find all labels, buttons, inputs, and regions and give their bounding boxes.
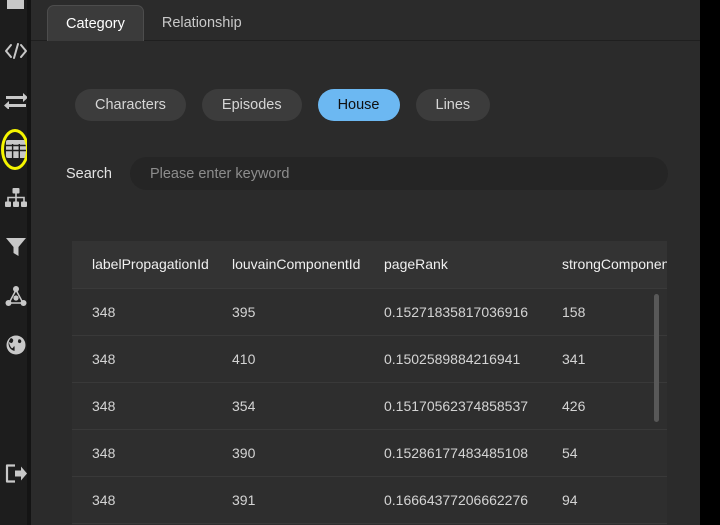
cell-labelPropagationId: 348 xyxy=(72,335,212,383)
cell-strongComponentId: 341 xyxy=(542,335,667,383)
table-row[interactable]: 348 410 0.1502589884216941 341 xyxy=(72,335,667,383)
cell-labelPropagationId: 348 xyxy=(72,429,212,477)
table-body: 348 395 0.15271835817036916 158 348 410 … xyxy=(72,288,667,524)
search-input[interactable] xyxy=(129,165,668,182)
column-header-pageRank[interactable]: pageRank xyxy=(364,241,542,289)
data-table: labelPropagationId louvainComponentId pa… xyxy=(72,241,667,524)
cell-louvainComponentId: 354 xyxy=(212,382,364,430)
tab-strip: Category Relationship xyxy=(31,0,720,41)
cell-strongComponentId: 426 xyxy=(542,382,667,430)
sitemap-icon xyxy=(4,188,27,207)
table-row[interactable]: 348 391 0.16664377206662276 94 xyxy=(72,476,667,524)
left-icon-rail xyxy=(0,0,31,525)
cell-labelPropagationId: 348 xyxy=(72,476,212,524)
right-gutter xyxy=(700,0,720,525)
table-row[interactable]: 348 395 0.15271835817036916 158 xyxy=(72,288,667,336)
pill-lines[interactable]: Lines xyxy=(415,89,491,121)
pill-house[interactable]: House xyxy=(317,89,400,121)
file-icon xyxy=(6,0,25,9)
pill-episodes-label: Episodes xyxy=(221,97,282,113)
tab-category[interactable]: Category xyxy=(47,5,144,41)
cell-labelPropagationId: 348 xyxy=(72,288,212,336)
table-vertical-scrollbar[interactable] xyxy=(654,294,659,422)
logout-icon xyxy=(5,464,27,483)
search-box[interactable] xyxy=(129,157,668,190)
filter-icon xyxy=(5,237,26,257)
exchange-arrows-icon xyxy=(3,91,28,109)
content-area: Characters Episodes House Lines Search P… xyxy=(31,41,720,525)
cell-labelPropagationId: 348 xyxy=(72,382,212,430)
pill-episodes[interactable]: Episodes xyxy=(201,89,302,121)
pill-house-label: House xyxy=(337,97,380,113)
cell-pageRank: 0.1502589884216941 xyxy=(364,335,542,383)
cell-strongComponentId: 94 xyxy=(542,476,667,524)
pill-characters[interactable]: Characters xyxy=(75,89,186,121)
cell-pageRank: 0.15286177483485108 xyxy=(364,429,542,477)
tab-relationship-label: Relationship xyxy=(161,15,242,31)
data-table-container[interactable]: labelPropagationId louvainComponentId pa… xyxy=(72,241,667,525)
category-filter-pills: Characters Episodes House Lines xyxy=(31,41,720,121)
cell-pageRank: 0.15170562374858537 xyxy=(364,382,542,430)
table-header-row: labelPropagationId louvainComponentId pa… xyxy=(72,241,667,289)
search-row: Search xyxy=(31,121,720,190)
table-row[interactable]: 348 354 0.15170562374858537 426 xyxy=(72,382,667,430)
cell-pageRank: 0.15271835817036916 xyxy=(364,288,542,336)
pill-lines-label: Lines xyxy=(435,97,471,113)
pill-characters-label: Characters xyxy=(95,97,166,113)
graph-network-icon xyxy=(5,285,27,306)
column-header-labelPropagationId[interactable]: labelPropagationId xyxy=(72,241,212,289)
table-grid-icon xyxy=(5,139,26,158)
main-pane: Category Relationship Characters Episode… xyxy=(31,0,720,525)
tab-relationship[interactable]: Relationship xyxy=(144,5,260,41)
cell-pageRank: 0.16664377206662276 xyxy=(364,476,542,524)
column-header-louvainComponentId[interactable]: louvainComponentId xyxy=(212,241,364,289)
cell-strongComponentId: 158 xyxy=(542,288,667,336)
cell-louvainComponentId: 391 xyxy=(212,476,364,524)
column-header-strongComponentId[interactable]: strongComponentId xyxy=(542,241,667,289)
cell-louvainComponentId: 395 xyxy=(212,288,364,336)
code-icon xyxy=(4,42,28,60)
tab-category-label: Category xyxy=(66,15,125,32)
cell-louvainComponentId: 390 xyxy=(212,429,364,477)
table-head: labelPropagationId louvainComponentId pa… xyxy=(72,241,667,289)
search-label: Search xyxy=(66,165,112,182)
application-window: Category Relationship Characters Episode… xyxy=(0,0,720,525)
globe-icon xyxy=(6,335,26,355)
cell-louvainComponentId: 410 xyxy=(212,335,364,383)
table-row[interactable]: 348 390 0.15286177483485108 54 xyxy=(72,429,667,477)
cell-strongComponentId: 54 xyxy=(542,429,667,477)
